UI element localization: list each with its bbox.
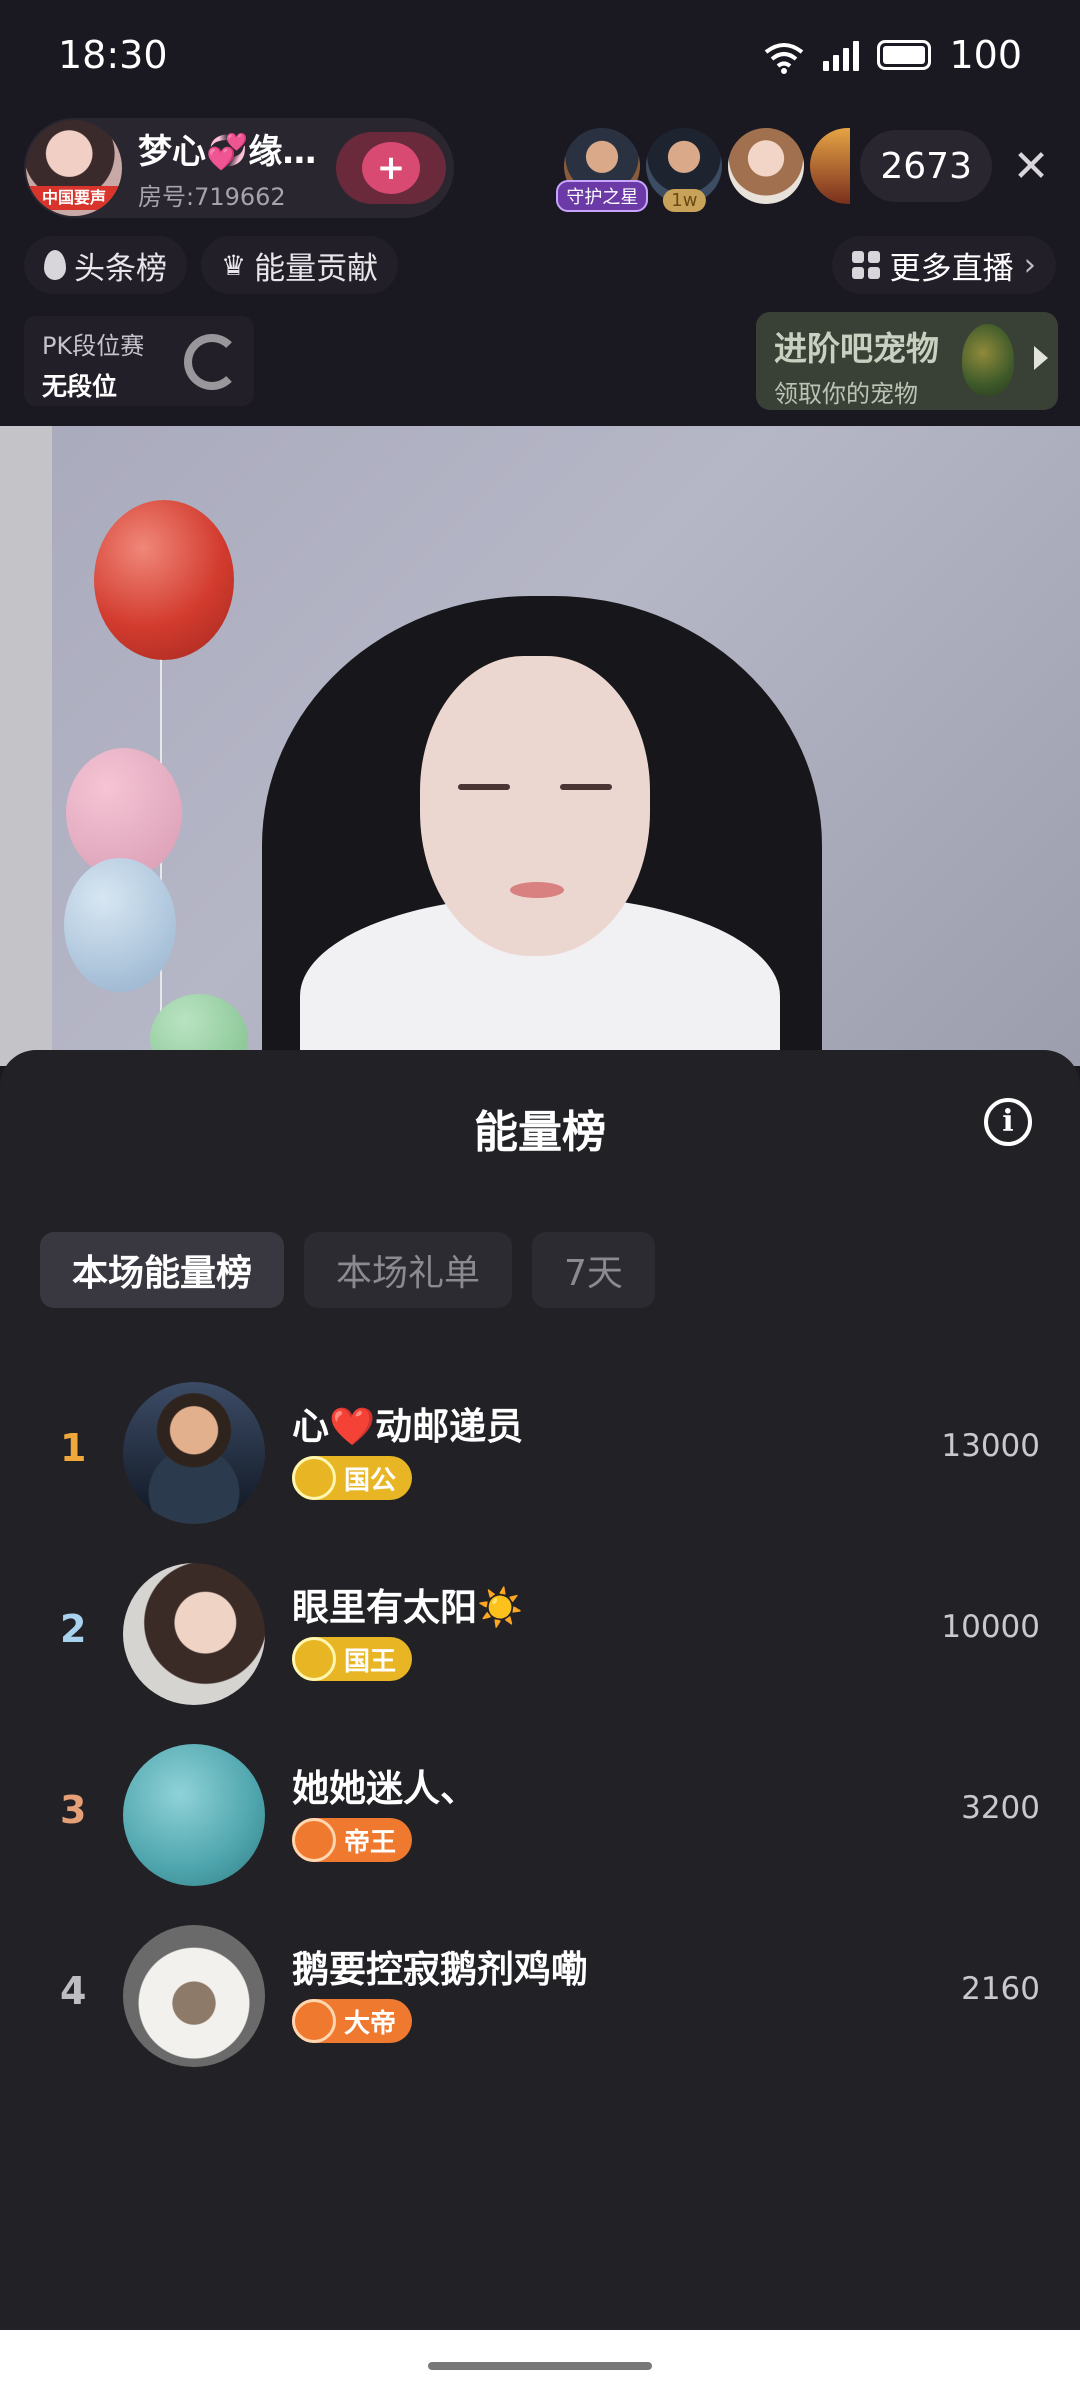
ranking-tabs: 本场能量榜 本场礼单 7天 <box>40 1232 655 1308</box>
ranking-row[interactable]: 3 她她迷人、 帝王 3200 <box>0 1722 1080 1903</box>
user-avatar[interactable] <box>123 1382 265 1524</box>
info-icon[interactable]: i <box>984 1098 1032 1146</box>
user-name: 她她迷人、 <box>292 1767 477 1810</box>
pet-egg-icon <box>962 324 1014 396</box>
user-name: 眼里有太阳☀️ <box>292 1586 524 1629</box>
viewer-bar: 守护之星 1w 2673 ✕ <box>556 128 1056 212</box>
viewer-level-badge: 1w <box>663 189 706 212</box>
rank-number: 2 <box>60 1607 87 1651</box>
grid-icon <box>851 251 880 279</box>
medal-title: 帝王 <box>344 1827 397 1858</box>
status-icons: 100 <box>763 33 1022 77</box>
ranking-row[interactable]: 4 鹅要控寂鹅剂鸡嘞 大帝 2160 <box>0 1903 1080 2084</box>
close-icon[interactable]: ✕ <box>1006 141 1056 192</box>
tab-session-gifts[interactable]: 本场礼单 <box>304 1232 513 1308</box>
heart-plus-icon: + <box>362 142 420 194</box>
navigation-bar <box>0 2330 1080 2400</box>
medal-icon <box>292 1999 336 2043</box>
rank-number: 3 <box>60 1788 87 1832</box>
flame-icon <box>44 250 66 280</box>
battery-icon <box>877 40 932 70</box>
noble-medal: 大帝 <box>292 1999 413 2043</box>
red-balloon <box>94 500 234 660</box>
streamer-eye <box>560 784 612 790</box>
energy-ranking-sheet: 能量榜 i 本场能量榜 本场礼单 7天 1 心❤️动邮递员 国公 13000 2… <box>0 1050 1080 2330</box>
ranking-row[interactable]: 2 眼里有太阳☀️ 国王 10000 <box>0 1541 1080 1722</box>
energy-score: 10000 <box>941 1609 1040 1645</box>
tab-7-days[interactable]: 7天 <box>532 1232 655 1308</box>
pk-rank-card[interactable]: PK段位赛 无段位 <box>24 316 254 406</box>
medal-icon <box>292 1637 336 1681</box>
medal-title: 国王 <box>344 1646 397 1677</box>
energy-contribution-chip[interactable]: ♛ 能量贡献 <box>201 236 399 294</box>
ranking-row[interactable]: 1 心❤️动邮递员 国公 13000 <box>0 1360 1080 1541</box>
battery-level: 100 <box>949 33 1022 77</box>
live-room-screen: 18:30 100 中国要声 梦心💞缘… 房号:719662 + 守护之星 1w… <box>0 0 1080 2400</box>
medal-title: 国公 <box>344 1465 397 1496</box>
live-video[interactable] <box>0 426 1080 1066</box>
cellular-signal-icon <box>823 39 860 71</box>
viewer-avatar[interactable]: 1w <box>646 128 723 212</box>
energy-score: 3200 <box>961 1790 1040 1826</box>
noble-medal: 国公 <box>292 1456 413 1500</box>
headline-rank-chip[interactable]: 头条榜 <box>24 236 187 294</box>
follow-button[interactable]: + <box>336 132 446 204</box>
home-indicator[interactable] <box>428 2362 652 2370</box>
headline-rank-label: 头条榜 <box>74 250 167 287</box>
energy-contribution-label: 能量贡献 <box>254 250 379 287</box>
pk-swirl-icon <box>184 334 240 390</box>
status-time: 18:30 <box>58 33 168 77</box>
energy-score: 13000 <box>941 1428 1040 1464</box>
user-avatar[interactable] <box>123 1925 265 2067</box>
user-avatar[interactable] <box>123 1563 265 1705</box>
rank-number: 1 <box>60 1426 87 1470</box>
streamer-face <box>420 656 650 956</box>
energy-score: 2160 <box>961 1971 1040 2007</box>
guardian-star-badge: 守护之星 <box>556 180 649 212</box>
more-live-label: 更多直播 <box>889 250 1014 287</box>
room-id: 房号:719662 <box>138 183 286 211</box>
viewer-avatar[interactable] <box>810 128 851 204</box>
status-bar: 18:30 100 <box>0 0 1080 110</box>
user-name: 心❤️动邮递员 <box>292 1405 524 1448</box>
viewer-avatar[interactable] <box>728 128 805 204</box>
sheet-title: 能量榜 <box>474 1107 606 1158</box>
crown-icon: ♛ <box>221 248 247 282</box>
streamer-lips <box>510 882 564 898</box>
medal-icon <box>292 1456 336 1500</box>
user-name: 鹅要控寂鹅剂鸡嘞 <box>292 1948 588 1991</box>
tab-session-energy[interactable]: 本场能量榜 <box>40 1232 285 1308</box>
chevron-right-icon: › <box>1023 247 1036 283</box>
play-arrow-icon <box>1034 346 1048 370</box>
viewer-count[interactable]: 2673 <box>860 130 992 202</box>
noble-medal: 帝王 <box>292 1818 413 1862</box>
wifi-icon <box>763 39 805 74</box>
streamer-eye <box>458 784 510 790</box>
user-avatar[interactable] <box>123 1744 265 1886</box>
pet-promo-card[interactable]: 进阶吧宠物 领取你的宠物 <box>756 312 1058 410</box>
video-wall <box>0 426 52 1066</box>
ranking-list: 1 心❤️动邮递员 国公 13000 2 眼里有太阳☀️ 国王 10000 3 … <box>0 1360 1080 2084</box>
room-info-card[interactable]: 中国要声 梦心💞缘… 房号:719662 + <box>24 118 454 218</box>
host-name: 梦心💞缘… <box>138 132 317 172</box>
viewer-avatar[interactable]: 守护之星 <box>556 128 649 212</box>
blue-balloon <box>64 858 176 992</box>
host-avatar[interactable]: 中国要声 <box>26 120 122 216</box>
host-avatar-tag: 中国要声 <box>26 186 122 210</box>
noble-medal: 国王 <box>292 1637 413 1681</box>
more-live-button[interactable]: 更多直播 › <box>831 236 1056 294</box>
rank-number: 4 <box>60 1969 87 2013</box>
medal-icon <box>292 1818 336 1862</box>
medal-title: 大帝 <box>344 2008 397 2039</box>
ranking-chips: 头条榜 ♛ 能量贡献 <box>24 236 399 294</box>
